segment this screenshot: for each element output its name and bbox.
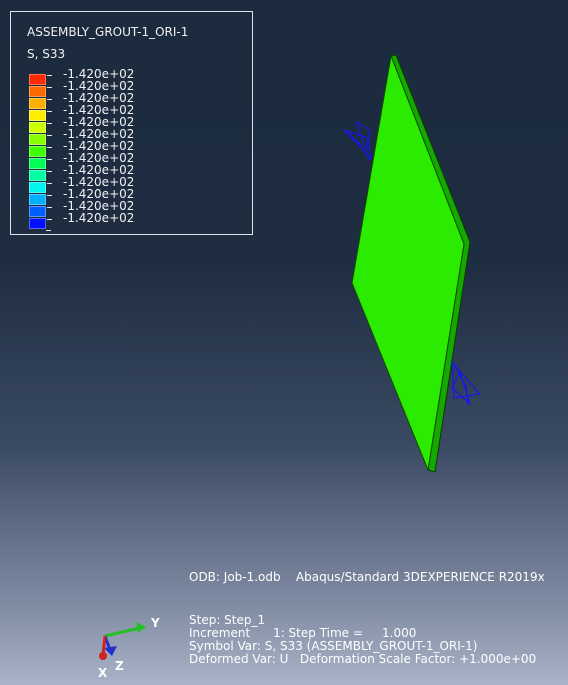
legend-swatch (29, 206, 52, 217)
triad-y-arrowhead (136, 622, 146, 633)
legend-tick (47, 135, 52, 136)
legend-value: -1.420e+02 (63, 211, 135, 225)
legend-tick (46, 230, 51, 231)
legend-swatch (29, 86, 52, 97)
step-info-line: Step: Step_1 (189, 613, 266, 627)
legend-tick (47, 111, 52, 112)
legend-swatch (29, 134, 52, 145)
legend-tick (47, 207, 52, 208)
legend-swatch (29, 74, 52, 85)
legend-swatch (29, 194, 52, 205)
boundary-condition-marker-lower (451, 360, 482, 406)
plate-front-face (351, 54, 465, 472)
legend-swatch (29, 218, 52, 229)
triad-x-dot (99, 652, 107, 660)
legend-tick (47, 147, 52, 148)
triad-y-axis (104, 626, 141, 638)
triad-y-label: Y (151, 616, 160, 630)
legend-tick (47, 99, 52, 100)
legend-swatch (29, 158, 52, 169)
legend-tick (47, 75, 52, 76)
increment-info-line: Increment 1: Step Time = 1.000 (189, 626, 417, 640)
triad-x-label: X (98, 666, 108, 680)
odb-info-line: ODB: Job-1.odb Abaqus/Standard 3DEXPERIE… (189, 570, 545, 584)
legend-variable: S, S33 (27, 47, 66, 61)
legend-color-scale (29, 74, 52, 231)
legend-tick (47, 159, 52, 160)
legend-swatch (29, 182, 52, 193)
legend-swatch (29, 146, 52, 157)
deformed-var-info-line: Deformed Var: U Deformation Scale Factor… (189, 652, 537, 666)
legend-tick (47, 219, 52, 220)
legend-tick (47, 183, 52, 184)
coordinate-triad (99, 622, 146, 660)
boundary-condition-marker-upper (343, 120, 372, 161)
legend-swatch (29, 110, 52, 121)
legend-tick (47, 171, 52, 172)
legend-values: -1.420e+02 -1.420e+02 -1.420e+02 -1.420e… (63, 68, 134, 224)
legend-tick (47, 195, 52, 196)
triad-z-label: Z (115, 659, 124, 673)
contour-legend: ASSEMBLY_GROUT-1_ORI-1 S, S33 -1.420e+02… (10, 11, 253, 235)
legend-tick (47, 123, 52, 124)
legend-instance-title: ASSEMBLY_GROUT-1_ORI-1 (27, 25, 189, 39)
legend-swatch (29, 122, 52, 133)
legend-swatch (29, 170, 52, 181)
legend-swatch (29, 98, 52, 109)
symbol-var-info-line: Symbol Var: S, S33 (ASSEMBLY_GROUT-1_ORI… (189, 639, 478, 653)
legend-tick (47, 87, 52, 88)
